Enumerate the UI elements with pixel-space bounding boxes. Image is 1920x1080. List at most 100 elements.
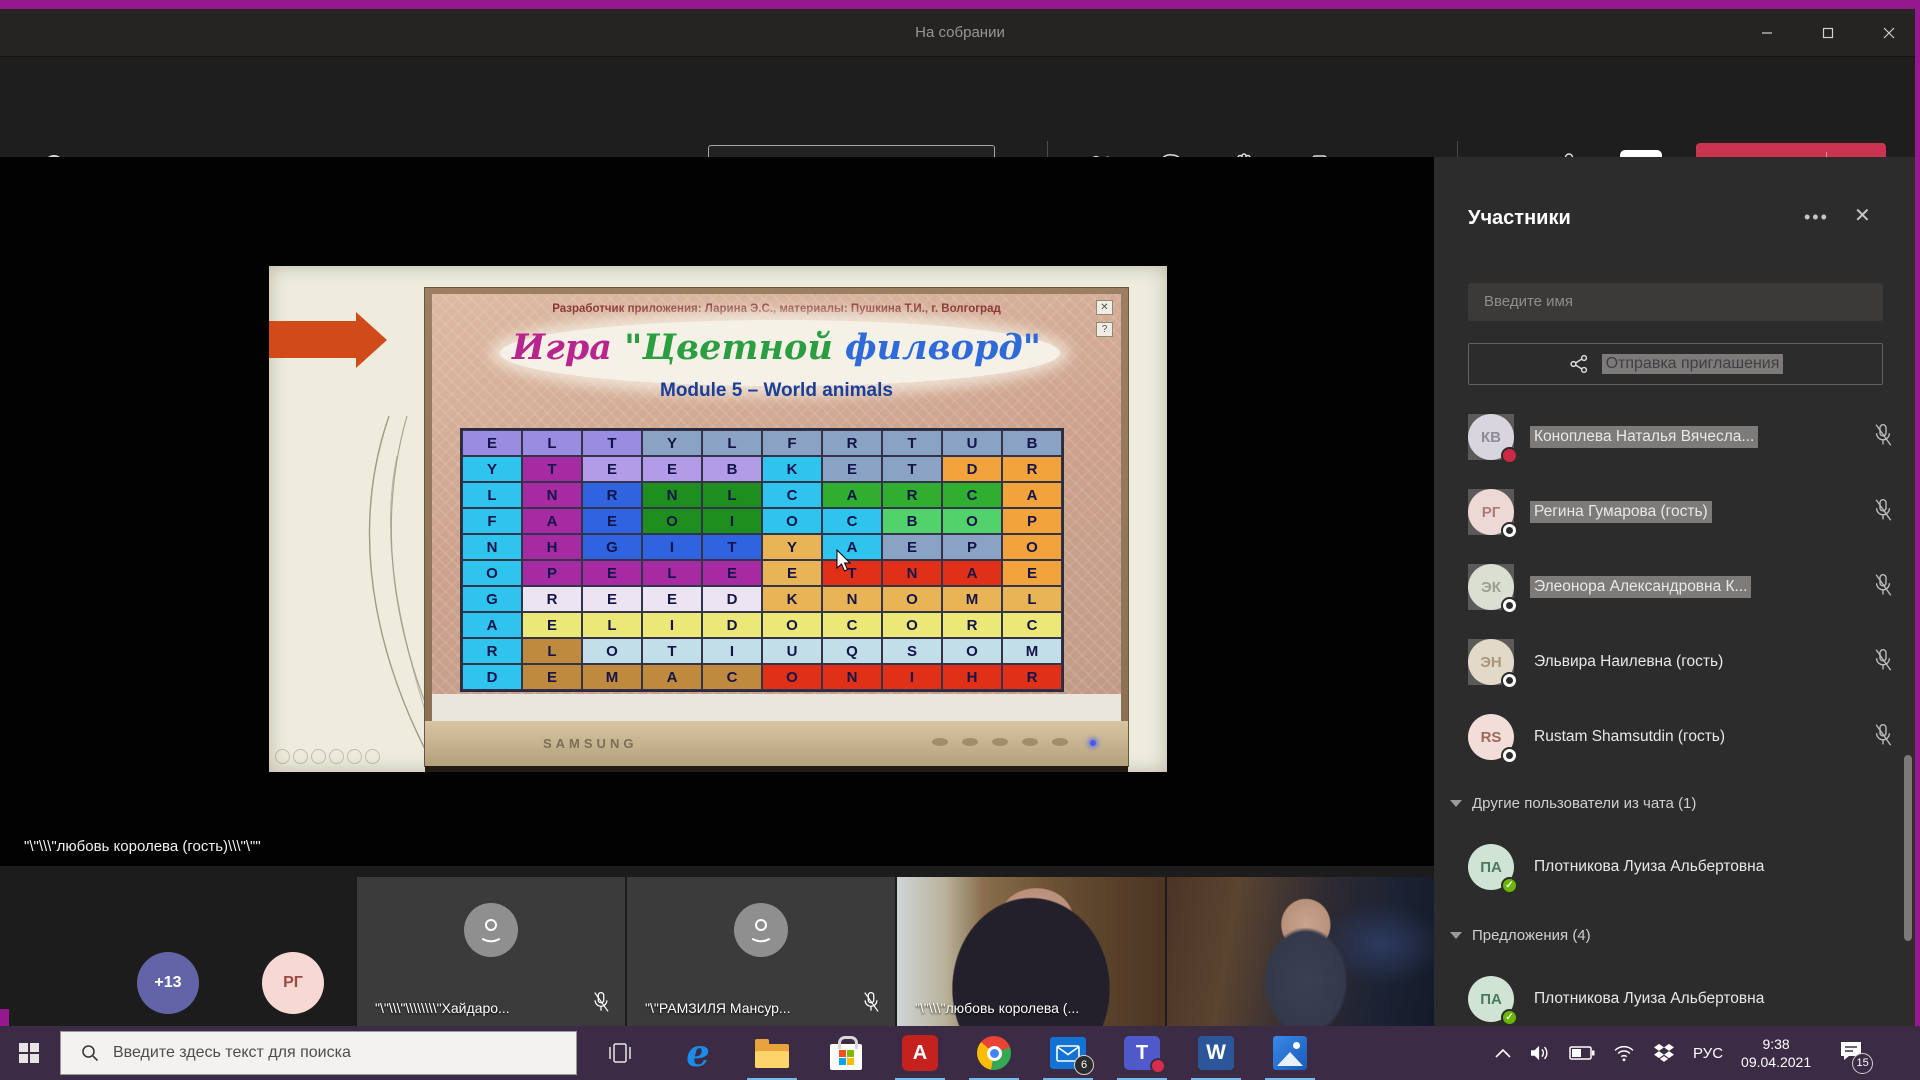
grid-cell[interactable]: D <box>942 456 1002 482</box>
grid-cell[interactable]: I <box>642 534 702 560</box>
grid-cell[interactable]: E <box>882 534 942 560</box>
mic-muted-icon[interactable] <box>1872 423 1894 452</box>
grid-cell[interactable]: L <box>642 560 702 586</box>
grid-cell[interactable]: B <box>882 508 942 534</box>
grid-cell[interactable]: L <box>522 638 582 664</box>
mic-muted-icon[interactable] <box>1872 648 1894 677</box>
grid-cell[interactable]: N <box>822 586 882 612</box>
grid-cell[interactable]: E <box>642 586 702 612</box>
grid-cell[interactable]: E <box>1002 560 1062 586</box>
participant-row[interactable]: ПА ✓ Плотникова Луиза Альбертовна <box>1458 967 1898 1031</box>
taskbar-acrobat-button[interactable]: A <box>900 1032 940 1074</box>
grid-cell[interactable]: L <box>522 430 582 456</box>
grid-cell[interactable]: T <box>522 456 582 482</box>
grid-cell[interactable]: R <box>522 586 582 612</box>
grid-cell[interactable]: C <box>762 482 822 508</box>
grid-cell[interactable]: D <box>702 612 762 638</box>
participant-row[interactable]: ЭНЭльвира Наилевна (гость) <box>1458 630 1898 694</box>
grid-cell[interactable]: C <box>822 612 882 638</box>
grid-cell[interactable]: Y <box>642 430 702 456</box>
panel-close-button[interactable]: ✕ <box>1854 203 1871 228</box>
grid-cell[interactable]: R <box>462 638 522 664</box>
grid-cell[interactable]: L <box>582 612 642 638</box>
grid-cell[interactable]: N <box>522 482 582 508</box>
grid-cell[interactable]: A <box>642 664 702 690</box>
taskbar-explorer-button[interactable] <box>752 1032 792 1074</box>
grid-cell[interactable]: T <box>882 430 942 456</box>
grid-cell[interactable]: C <box>942 482 1002 508</box>
filword-letter-grid[interactable]: ELTYLFRTUBYTEEBKETDRLNRNLCARCAFAEOIOCBOP… <box>460 428 1064 692</box>
grid-cell[interactable]: C <box>822 508 882 534</box>
grid-cell[interactable]: G <box>582 534 642 560</box>
grid-cell[interactable]: H <box>942 664 1002 690</box>
grid-cell[interactable]: U <box>942 430 1002 456</box>
grid-cell[interactable]: R <box>1002 664 1062 690</box>
taskbar-search-input[interactable]: Введите здесь текст для поиска <box>60 1031 577 1075</box>
grid-cell[interactable]: L <box>1002 586 1062 612</box>
slide-help-box[interactable]: ? <box>1096 322 1113 337</box>
grid-cell[interactable]: M <box>1002 638 1062 664</box>
grid-cell[interactable]: E <box>462 430 522 456</box>
section-suggestions[interactable]: Предложения (4) <box>1450 927 1591 944</box>
close-button[interactable] <box>1866 9 1912 57</box>
grid-cell[interactable]: R <box>582 482 642 508</box>
grid-cell[interactable]: B <box>1002 430 1062 456</box>
grid-cell[interactable]: I <box>882 664 942 690</box>
grid-cell[interactable]: H <box>522 534 582 560</box>
grid-cell[interactable]: E <box>582 508 642 534</box>
grid-cell[interactable]: L <box>702 482 762 508</box>
grid-cell[interactable]: T <box>642 638 702 664</box>
dropbox-icon[interactable] <box>1653 1043 1675 1063</box>
grid-cell[interactable]: O <box>942 638 1002 664</box>
grid-cell[interactable]: L <box>462 482 522 508</box>
section-other-users[interactable]: Другие пользователи из чата (1) <box>1450 795 1696 812</box>
grid-cell[interactable]: A <box>942 560 1002 586</box>
grid-cell[interactable]: A <box>1002 482 1062 508</box>
grid-cell[interactable]: A <box>522 508 582 534</box>
grid-cell[interactable]: O <box>762 612 822 638</box>
grid-cell[interactable]: S <box>882 638 942 664</box>
taskbar-teams-button[interactable]: T <box>1122 1032 1162 1074</box>
grid-cell[interactable]: U <box>762 638 822 664</box>
grid-cell[interactable]: O <box>762 664 822 690</box>
grid-cell[interactable]: M <box>582 664 642 690</box>
taskbar-word-button[interactable]: W <box>1196 1032 1236 1074</box>
grid-cell[interactable]: P <box>1002 508 1062 534</box>
grid-cell[interactable]: D <box>702 586 762 612</box>
participant-search-input[interactable]: Введите имя <box>1468 283 1883 321</box>
grid-cell[interactable]: E <box>582 586 642 612</box>
grid-cell[interactable]: O <box>462 560 522 586</box>
participant-bubble-rg[interactable]: РГ <box>262 952 324 1014</box>
grid-cell[interactable]: Q <box>822 638 882 664</box>
grid-cell[interactable]: L <box>702 430 762 456</box>
maximize-button[interactable] <box>1805 9 1851 57</box>
participant-row[interactable]: ПА ✓ Плотникова Луиза Альбертовна <box>1458 835 1898 899</box>
panel-more-button[interactable]: ••• <box>1804 207 1829 228</box>
grid-cell[interactable]: G <box>462 586 522 612</box>
grid-cell[interactable]: M <box>942 586 1002 612</box>
grid-cell[interactable]: E <box>522 664 582 690</box>
grid-cell[interactable]: Y <box>462 456 522 482</box>
grid-cell[interactable]: O <box>582 638 642 664</box>
tray-clock[interactable]: 9:38 09.04.2021 <box>1741 1035 1811 1071</box>
grid-cell[interactable]: O <box>942 508 1002 534</box>
tray-chevron-up-icon[interactable] <box>1495 1048 1511 1058</box>
participant-row[interactable]: RSRustam Shamsutdin (гость) <box>1458 705 1898 769</box>
grid-cell[interactable]: E <box>642 456 702 482</box>
participant-row[interactable]: РГРегина Гумарова (гость) <box>1458 480 1898 544</box>
grid-cell[interactable]: E <box>702 560 762 586</box>
slide-close-box[interactable]: ✕ <box>1096 300 1113 315</box>
grid-cell[interactable]: C <box>702 664 762 690</box>
video-tile-participant[interactable] <box>1167 877 1434 1026</box>
grid-cell[interactable]: N <box>462 534 522 560</box>
grid-cell[interactable]: I <box>642 612 702 638</box>
grid-cell[interactable]: R <box>942 612 1002 638</box>
overflow-participants-badge[interactable]: +13 <box>137 952 199 1014</box>
grid-cell[interactable]: Y <box>762 534 822 560</box>
grid-cell[interactable]: N <box>822 664 882 690</box>
video-tile-lyubov[interactable]: "\"\\\"любовь королева (... <box>897 877 1165 1026</box>
grid-cell[interactable]: I <box>702 638 762 664</box>
grid-cell[interactable]: O <box>882 586 942 612</box>
task-view-button[interactable] <box>600 1036 640 1070</box>
taskbar-photos-button[interactable] <box>1270 1032 1310 1074</box>
